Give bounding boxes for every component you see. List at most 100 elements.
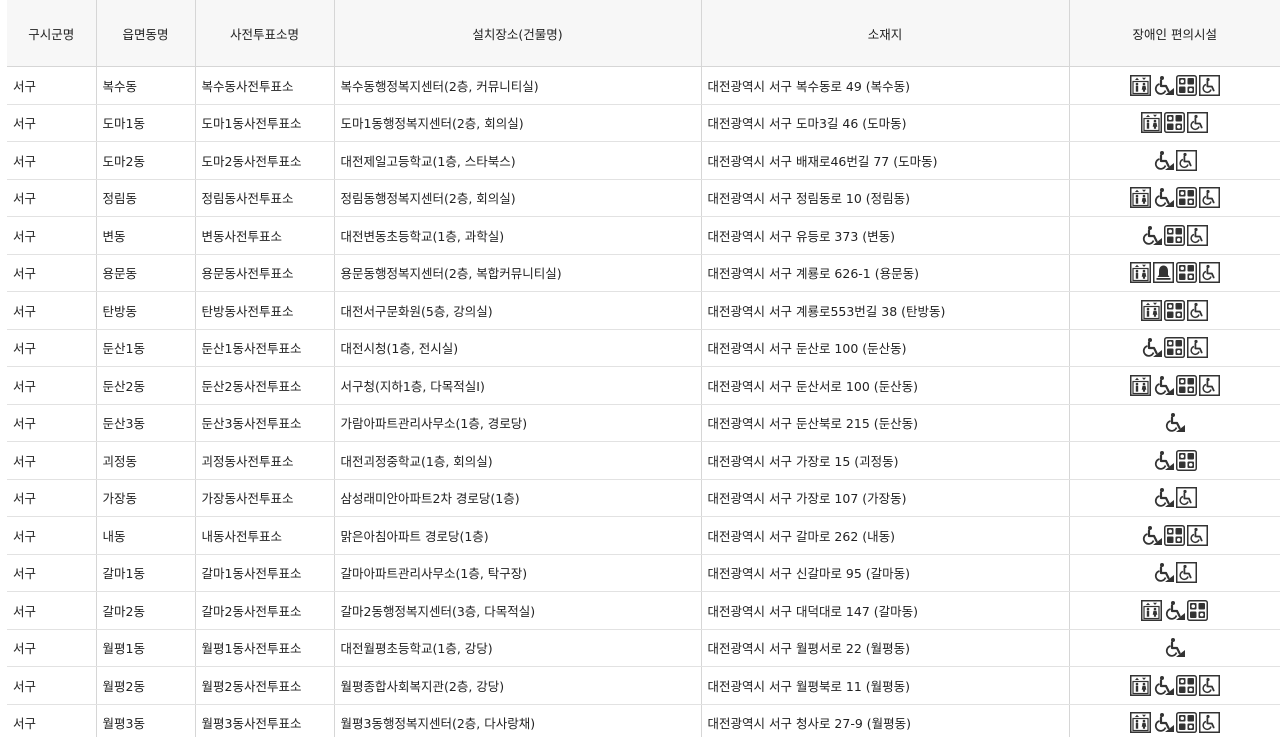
cell-address: 대전광역시 서구 대덕대로 147 (갈마동): [701, 591, 1070, 630]
cell-accessibility: [1069, 704, 1280, 737]
cell-location: 월평종합사회복지관(2층, 강당): [334, 666, 702, 705]
cell-location: 대전서구문화원(5층, 강의실): [334, 291, 702, 330]
cell-district: 서구: [7, 666, 97, 705]
ramp-icon: [1153, 150, 1174, 171]
cell-address: 대전광역시 서구 갈마로 262 (내동): [701, 516, 1070, 555]
cell-dong: 도마1동: [96, 104, 196, 142]
cell-accessibility: [1069, 141, 1280, 180]
cell-station-name: 둔산2동사전투표소: [195, 366, 335, 405]
cell-station-name: 둔산3동사전투표소: [195, 404, 335, 442]
cell-dong: 도마2동: [96, 141, 196, 180]
cell-accessibility: [1069, 404, 1280, 442]
cell-address: 대전광역시 서구 둔산북로 215 (둔산동): [701, 404, 1070, 442]
wheelchair-icon: [1198, 74, 1220, 96]
braille-icon: [1164, 337, 1186, 359]
table-row: 서구 도마1동 도마1동사전투표소 도마1동행정복지센터(2층, 회의실) 대전광역시 …: [7, 104, 1280, 142]
cell-location: 대전괴정중학교(1층, 회의실): [334, 441, 702, 480]
cell-district: 서구: [7, 141, 97, 180]
elevator-icon: [1129, 187, 1151, 209]
ramp-icon: [1164, 600, 1186, 621]
polling-station-table: 구시군명 읍면동명 사전투표소명 설치장소(건물명) 소재지 장애인 편의시설 …: [7, 0, 1280, 737]
elevator-icon: [1129, 674, 1151, 696]
cell-dong: 탄방동: [96, 291, 196, 330]
cell-district: 서구: [7, 591, 97, 630]
table-row: 서구 복수동 복수동사전투표소 복수동행정복지센터(2층, 커뮤니티실) 대전광역시 서…: [7, 66, 1280, 105]
accessibility-icons: [1164, 637, 1186, 658]
cell-district: 서구: [7, 479, 97, 517]
table-row: 서구 월평1동 월평1동사전투표소 대전월평초등학교(1층, 강당) 대전광역시 서구 …: [7, 629, 1280, 667]
cell-station-name: 변동사전투표소: [195, 216, 335, 255]
header-dong: 읍면동명: [96, 0, 196, 67]
header-location: 설치장소(건물명): [334, 0, 702, 67]
cell-district: 서구: [7, 104, 97, 142]
cell-accessibility: [1069, 104, 1280, 142]
cell-location: 삼성래미안아파트2차 경로당(1층): [334, 479, 702, 517]
table-row: 서구 둔산3동 둔산3동사전투표소 가람아파트관리사무소(1층, 경로당) 대전광역시 …: [7, 404, 1280, 442]
cell-accessibility: [1069, 441, 1280, 480]
header-address: 소재지: [701, 0, 1070, 67]
wheelchair-icon: [1198, 374, 1220, 396]
ramp-icon: [1153, 187, 1174, 208]
wheelchair-icon: [1198, 262, 1220, 284]
wheelchair-icon: [1198, 674, 1220, 696]
accessibility-icons: [1153, 449, 1197, 471]
cell-dong: 변동: [96, 216, 196, 255]
accessibility-icons: [1129, 712, 1220, 734]
cell-dong: 내동: [96, 516, 196, 555]
elevator-icon: [1141, 299, 1163, 321]
cell-accessibility: [1069, 66, 1280, 105]
accessibility-icons: [1141, 112, 1209, 134]
cell-location: 월평3동행정복지센터(2층, 다사랑채): [334, 704, 702, 737]
cell-accessibility: [1069, 216, 1280, 255]
elevator-icon: [1129, 712, 1151, 734]
table-header: 구시군명 읍면동명 사전투표소명 설치장소(건물명) 소재지 장애인 편의시설: [7, 0, 1280, 67]
elevator-icon: [1141, 599, 1163, 621]
cell-dong: 월평2동: [96, 666, 196, 705]
cell-address: 대전광역시 서구 유등로 373 (변동): [701, 216, 1070, 255]
ramp-icon: [1153, 450, 1174, 471]
ramp-icon: [1141, 337, 1163, 358]
cell-accessibility: [1069, 629, 1280, 667]
cell-station-name: 용문동사전투표소: [195, 254, 335, 292]
cell-accessibility: [1069, 591, 1280, 630]
cell-location: 대전제일고등학교(1층, 스타북스): [334, 141, 702, 180]
bell-icon: [1152, 262, 1174, 284]
table-row: 서구 가장동 가장동사전투표소 삼성래미안아파트2차 경로당(1층) 대전광역시 서구 …: [7, 479, 1280, 517]
accessibility-icons: [1141, 599, 1209, 621]
cell-location: 복수동행정복지센터(2층, 커뮤니티실): [334, 66, 702, 105]
ramp-icon: [1141, 225, 1163, 246]
cell-address: 대전광역시 서구 가장로 15 (괴정동): [701, 441, 1070, 480]
table-body: 서구 복수동 복수동사전투표소 복수동행정복지센터(2층, 커뮤니티실) 대전광역시 서…: [7, 66, 1280, 737]
braille-icon: [1175, 262, 1197, 284]
cell-dong: 갈마1동: [96, 554, 196, 592]
ramp-icon: [1153, 562, 1174, 583]
cell-district: 서구: [7, 366, 97, 405]
cell-dong: 가장동: [96, 479, 196, 517]
cell-location: 대전시청(1층, 전시실): [334, 329, 702, 367]
table-row: 서구 괴정동 괴정동사전투표소 대전괴정중학교(1층, 회의실) 대전광역시 서구 가장…: [7, 441, 1280, 480]
table-row: 서구 둔산2동 둔산2동사전투표소 서구청(지하1층, 다목적실Ⅰ) 대전광역시 서구 …: [7, 366, 1280, 405]
cell-station-name: 정림동사전투표소: [195, 179, 335, 217]
cell-station-name: 갈마1동사전투표소: [195, 554, 335, 592]
accessibility-icons: [1164, 412, 1186, 433]
cell-station-name: 탄방동사전투표소: [195, 291, 335, 330]
braille-icon: [1187, 599, 1209, 621]
braille-icon: [1164, 299, 1186, 321]
cell-address: 대전광역시 서구 배재로46번길 77 (도마동): [701, 141, 1070, 180]
table-row: 서구 월평3동 월평3동사전투표소 월평3동행정복지센터(2층, 다사랑채) 대전광역시…: [7, 704, 1280, 737]
header-district: 구시군명: [7, 0, 97, 67]
accessibility-icons: [1129, 74, 1220, 96]
cell-accessibility: [1069, 254, 1280, 292]
table-row: 서구 도마2동 도마2동사전투표소 대전제일고등학교(1층, 스타북스) 대전광역시 서…: [7, 141, 1280, 180]
ramp-icon: [1153, 75, 1174, 96]
cell-address: 대전광역시 서구 둔산로 100 (둔산동): [701, 329, 1070, 367]
cell-location: 용문동행정복지센터(2층, 복합커뮤니티실): [334, 254, 702, 292]
table-row: 서구 내동 내동사전투표소 맑은아침아파트 경로당(1층) 대전광역시 서구 갈마로 2…: [7, 516, 1280, 555]
cell-address: 대전광역시 서구 둔산서로 100 (둔산동): [701, 366, 1070, 405]
cell-station-name: 월평2동사전투표소: [195, 666, 335, 705]
polling-station-table-container: 구시군명 읍면동명 사전투표소명 설치장소(건물명) 소재지 장애인 편의시설 …: [7, 0, 1280, 737]
cell-station-name: 괴정동사전투표소: [195, 441, 335, 480]
elevator-icon: [1141, 112, 1163, 134]
wheelchair-icon: [1187, 299, 1209, 321]
braille-icon: [1175, 374, 1197, 396]
